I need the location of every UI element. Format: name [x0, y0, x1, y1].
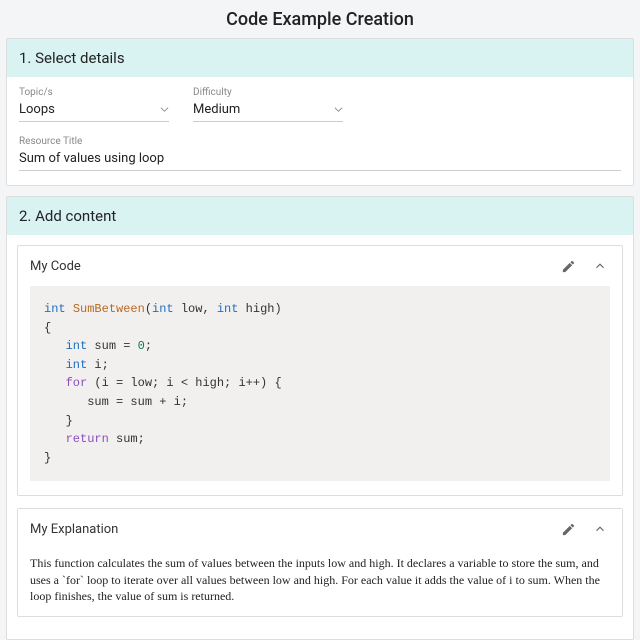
resource-title-input[interactable]: Sum of values using loop — [19, 149, 621, 171]
difficulty-label: Difficulty — [193, 87, 343, 98]
explanation-panel: My Explanation This function calculates … — [17, 508, 623, 617]
pencil-icon[interactable] — [558, 256, 578, 276]
chevron-up-icon[interactable] — [590, 256, 610, 276]
section-header-details: 1. Select details — [7, 39, 633, 77]
content-body: My Code int SumBetween(int low, int high… — [7, 235, 633, 639]
resource-title-field: Resource Title Sum of values using loop — [19, 136, 621, 171]
resource-title-label: Resource Title — [19, 136, 621, 147]
explanation-panel-title: My Explanation — [30, 522, 546, 537]
details-row-1: Topic/s Loops Difficulty Medium — [19, 87, 621, 122]
explanation-text: This function calculates the sum of valu… — [18, 549, 622, 616]
page-title: Code Example Creation — [0, 0, 640, 38]
explanation-panel-head: My Explanation — [18, 509, 622, 549]
topic-field: Topic/s Loops — [19, 87, 169, 122]
code-panel-head: My Code — [18, 246, 622, 286]
code-block: int SumBetween(int low, int high) { int … — [30, 286, 610, 481]
topic-label: Topic/s — [19, 87, 169, 98]
section-select-details: 1. Select details Topic/s Loops Difficul… — [6, 38, 634, 186]
topic-value: Loops — [19, 102, 55, 117]
topic-select[interactable]: Loops — [19, 100, 169, 122]
code-fn-name: SumBetween — [73, 302, 145, 316]
details-body: Topic/s Loops Difficulty Medium — [7, 77, 633, 185]
resource-title-value: Sum of values using loop — [19, 151, 164, 166]
caret-down-icon — [334, 105, 343, 114]
section-add-content: 2. Add content My Code int SumBetween(in… — [6, 196, 634, 640]
section-header-content: 2. Add content — [7, 197, 633, 235]
caret-down-icon — [160, 105, 169, 114]
difficulty-field: Difficulty Medium — [193, 87, 343, 122]
difficulty-select[interactable]: Medium — [193, 100, 343, 122]
code-panel: My Code int SumBetween(int low, int high… — [17, 245, 623, 496]
code-panel-title: My Code — [30, 259, 546, 274]
difficulty-value: Medium — [193, 102, 240, 117]
chevron-up-icon[interactable] — [590, 519, 610, 539]
pencil-icon[interactable] — [558, 519, 578, 539]
